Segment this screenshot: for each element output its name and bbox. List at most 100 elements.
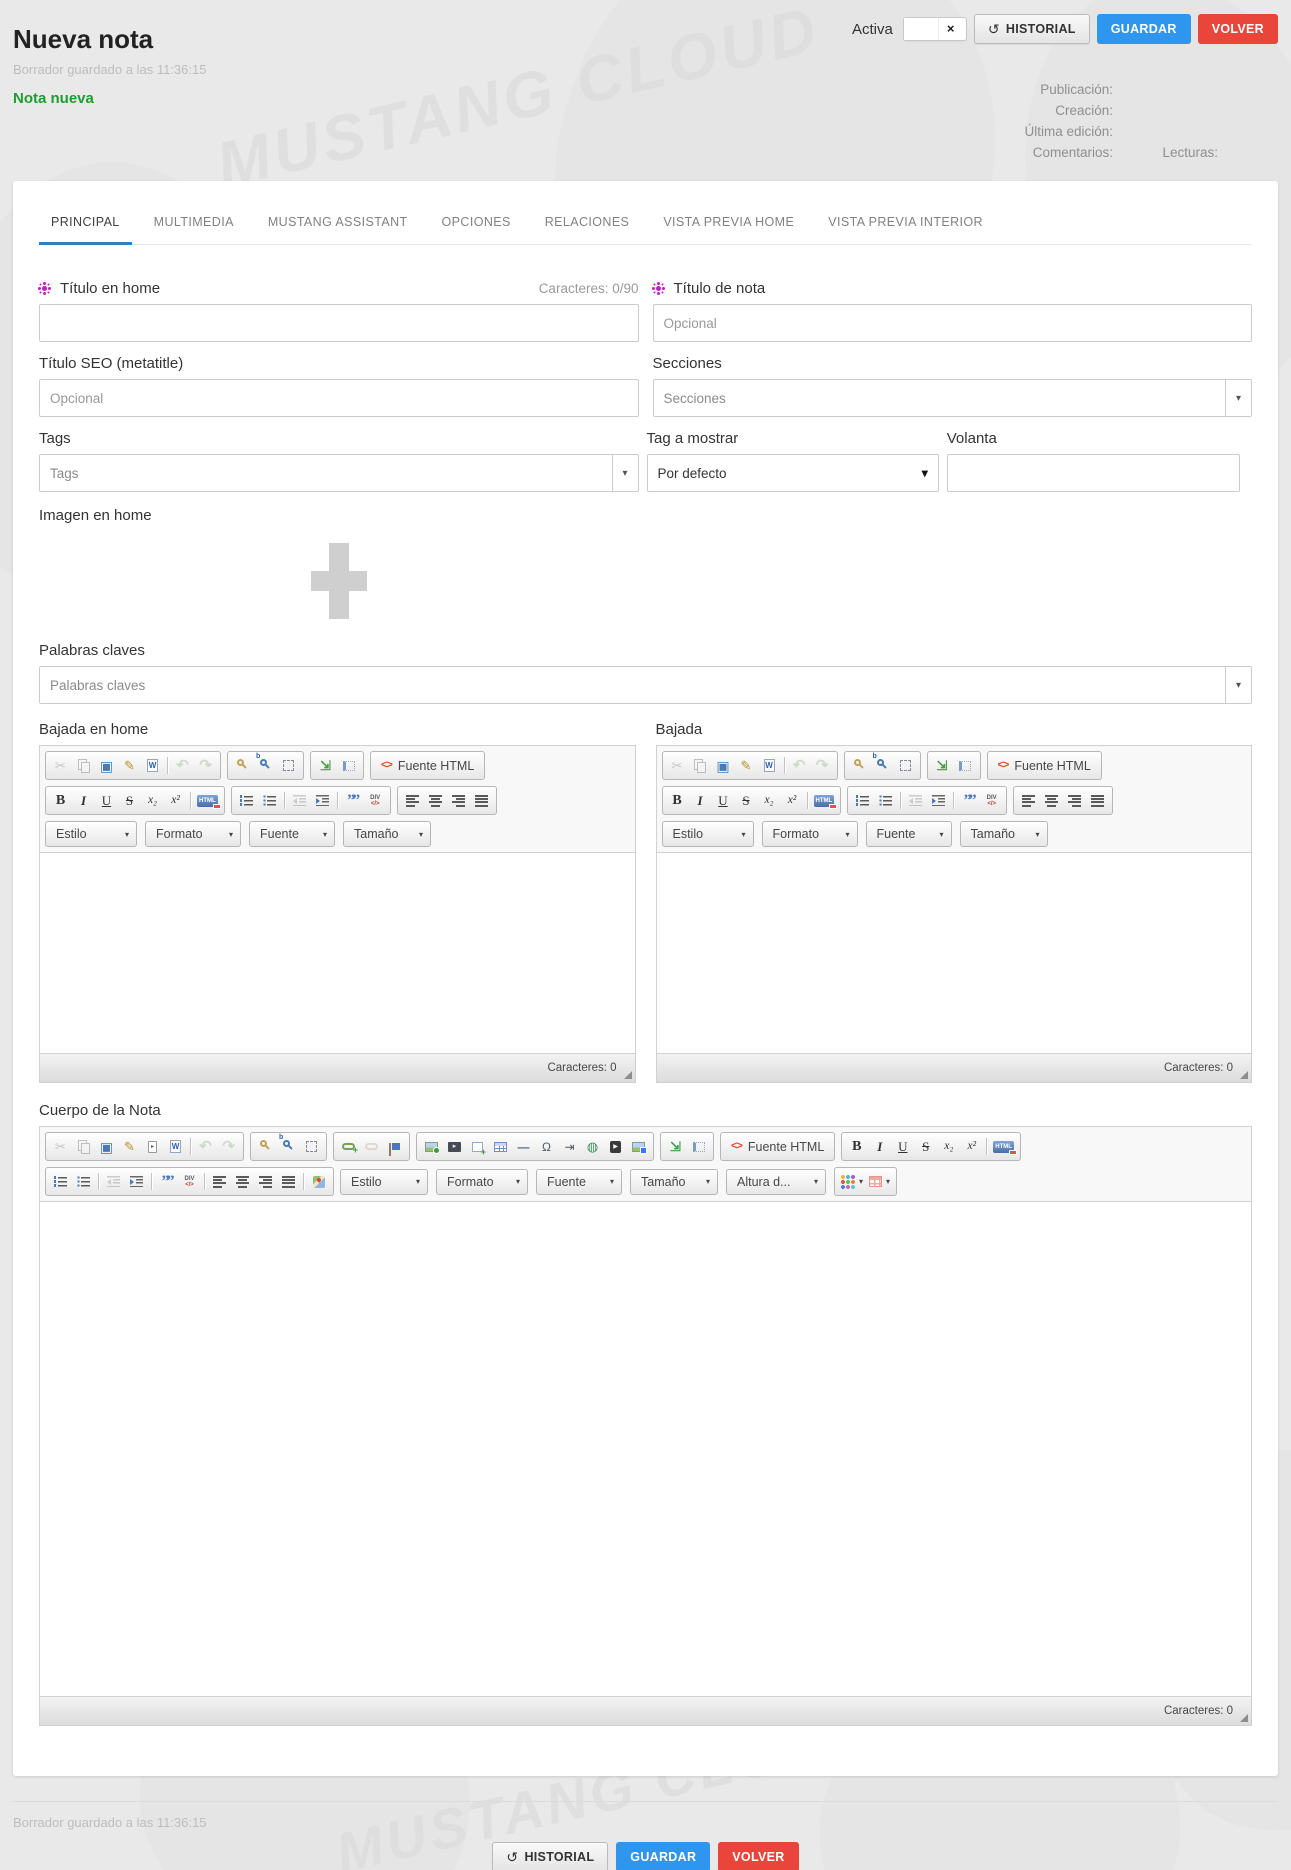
size-combo[interactable]: Tamaño▾: [960, 821, 1048, 847]
format-combo[interactable]: Formato▾: [762, 821, 858, 847]
numbered-list-button[interactable]: [851, 789, 874, 812]
subscript-button[interactable]: x₂: [141, 789, 164, 812]
align-center-button[interactable]: [424, 789, 447, 812]
remove-format-button[interactable]: HTML: [811, 789, 838, 812]
find-button[interactable]: [848, 754, 871, 777]
subscript-button[interactable]: x₂: [758, 789, 781, 812]
font-combo[interactable]: Fuente▾: [536, 1169, 622, 1195]
maximize-button[interactable]: ⇲: [314, 754, 337, 777]
bajada-home-editor-content[interactable]: [40, 853, 635, 1053]
div-container-button[interactable]: DIV </>: [178, 1170, 201, 1193]
cuerpo-editor-content[interactable]: [40, 1202, 1251, 1696]
tab-mustang-assistant[interactable]: MUSTANG ASSISTANT: [266, 203, 410, 244]
history-button[interactable]: ↺ HISTORIAL: [974, 14, 1090, 44]
style-combo[interactable]: Estilo▾: [340, 1169, 428, 1195]
indent-button[interactable]: [311, 789, 334, 812]
italic-button[interactable]: I: [72, 789, 95, 812]
titulo-home-input[interactable]: [39, 304, 639, 342]
replace-button[interactable]: [254, 754, 277, 777]
align-justify-button[interactable]: [277, 1170, 300, 1193]
source-button[interactable]: <>Fuente HTML: [374, 754, 481, 777]
paste-from-word-button[interactable]: W: [164, 1135, 187, 1158]
align-right-button[interactable]: [447, 789, 470, 812]
div-container-button[interactable]: DIV </>: [980, 789, 1003, 812]
titulo-seo-input[interactable]: [39, 379, 639, 417]
anchor-button[interactable]: [383, 1135, 406, 1158]
paste-button[interactable]: ▣: [712, 754, 735, 777]
find-button[interactable]: [231, 754, 254, 777]
maximize-button[interactable]: ⇲: [664, 1135, 687, 1158]
titulo-nota-input[interactable]: [653, 304, 1253, 342]
show-blocks-button[interactable]: [687, 1135, 710, 1158]
replace-button[interactable]: [871, 754, 894, 777]
paste-button[interactable]: ▣: [95, 1135, 118, 1158]
strikethrough-button[interactable]: S: [914, 1135, 937, 1158]
align-justify-button[interactable]: [1086, 789, 1109, 812]
resize-grip[interactable]: [624, 1071, 632, 1079]
row-height-combo[interactable]: Altura d...▾: [726, 1169, 826, 1195]
iframe-button[interactable]: ◍: [581, 1135, 604, 1158]
numbered-list-button[interactable]: [235, 789, 258, 812]
select-all-button[interactable]: [277, 754, 300, 777]
blockquote-button[interactable]: ””: [341, 789, 364, 812]
tab-relaciones[interactable]: RELACIONES: [543, 203, 632, 244]
format-combo[interactable]: Formato▾: [145, 821, 241, 847]
remove-format-button[interactable]: HTML: [990, 1135, 1017, 1158]
paste-from-word-button[interactable]: W: [141, 754, 164, 777]
format-combo[interactable]: Formato▾: [436, 1169, 528, 1195]
link-button[interactable]: [337, 1135, 360, 1158]
style-combo[interactable]: Estilo▾: [45, 821, 137, 847]
save-button[interactable]: GUARDAR: [616, 1842, 710, 1870]
bulleted-list-button[interactable]: [72, 1170, 95, 1193]
save-button[interactable]: GUARDAR: [1097, 14, 1191, 44]
numbered-list-button[interactable]: [49, 1170, 72, 1193]
replace-button[interactable]: [277, 1135, 300, 1158]
align-left-button[interactable]: [208, 1170, 231, 1193]
underline-button[interactable]: U: [891, 1135, 914, 1158]
video-button[interactable]: ▸: [443, 1135, 466, 1158]
subscript-button[interactable]: x₂: [937, 1135, 960, 1158]
paste-text-button[interactable]: ✎: [118, 754, 141, 777]
tab-vista-previa-home[interactable]: VISTA PREVIA HOME: [661, 203, 796, 244]
insert-template-button[interactable]: [466, 1135, 489, 1158]
font-combo[interactable]: Fuente▾: [249, 821, 335, 847]
indent-button[interactable]: [927, 789, 950, 812]
paste-plain-button[interactable]: ▸: [141, 1135, 164, 1158]
tab-multimedia[interactable]: MULTIMEDIA: [152, 203, 236, 244]
image-button[interactable]: [420, 1135, 443, 1158]
font-combo[interactable]: Fuente▾: [866, 821, 952, 847]
maximize-button[interactable]: ⇲: [931, 754, 954, 777]
underline-button[interactable]: U: [712, 789, 735, 812]
select-all-button[interactable]: [300, 1135, 323, 1158]
align-left-button[interactable]: [401, 789, 424, 812]
italic-button[interactable]: I: [689, 789, 712, 812]
paste-from-word-button[interactable]: W: [758, 754, 781, 777]
tab-opciones[interactable]: OPCIONES: [440, 203, 513, 244]
resize-grip[interactable]: [1240, 1714, 1248, 1722]
text-color-button[interactable]: ▾: [838, 1170, 866, 1193]
remove-format-button[interactable]: HTML: [194, 789, 221, 812]
select-all-button[interactable]: [894, 754, 917, 777]
bulleted-list-button[interactable]: [258, 789, 281, 812]
paste-text-button[interactable]: ✎: [118, 1135, 141, 1158]
div-container-button[interactable]: DIV </>: [364, 789, 387, 812]
align-justify-button[interactable]: [470, 789, 493, 812]
google-map-button[interactable]: [307, 1170, 330, 1193]
size-combo[interactable]: Tamaño▾: [343, 821, 431, 847]
align-right-button[interactable]: [1063, 789, 1086, 812]
superscript-button[interactable]: x²: [960, 1135, 983, 1158]
bajada-editor-content[interactable]: [657, 853, 1252, 1053]
align-right-button[interactable]: [254, 1170, 277, 1193]
bold-button[interactable]: B: [49, 789, 72, 812]
tag-a-mostrar-select[interactable]: Por defecto ▾: [647, 454, 939, 492]
bold-button[interactable]: B: [666, 789, 689, 812]
strikethrough-button[interactable]: S: [118, 789, 141, 812]
style-combo[interactable]: Estilo▾: [662, 821, 754, 847]
page-break-button[interactable]: ⇥: [558, 1135, 581, 1158]
tab-vista-previa-interior[interactable]: VISTA PREVIA INTERIOR: [826, 203, 985, 244]
indent-button[interactable]: [125, 1170, 148, 1193]
source-button[interactable]: <>Fuente HTML: [724, 1135, 831, 1158]
blockquote-button[interactable]: ””: [957, 789, 980, 812]
history-button[interactable]: ↺ HISTORIAL: [492, 1842, 608, 1870]
table-grid-button[interactable]: ▾: [866, 1170, 893, 1193]
